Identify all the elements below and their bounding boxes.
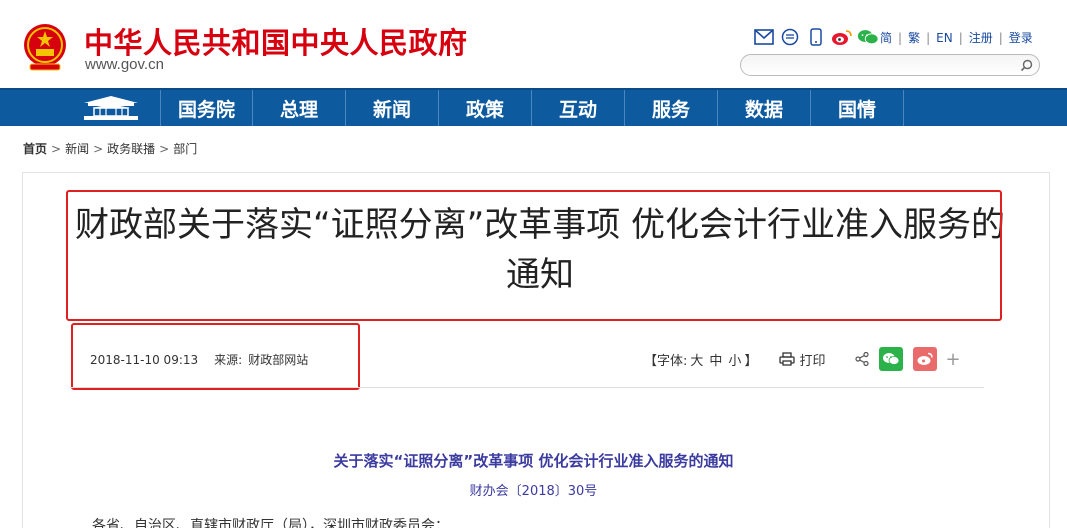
link-login[interactable]: 登录 xyxy=(1009,29,1033,46)
search-icon xyxy=(1020,59,1032,71)
nav-item-service[interactable]: 服务 xyxy=(625,90,718,126)
font-size-small[interactable]: 小 xyxy=(728,354,741,369)
font-label: 【字体: xyxy=(644,353,688,369)
nav-item-national-info[interactable]: 国情 xyxy=(811,90,904,126)
separator: | xyxy=(926,30,931,45)
nav-home-icon[interactable] xyxy=(78,93,144,125)
font-size-medium[interactable]: 中 xyxy=(709,354,722,369)
print-button[interactable]: 打印 xyxy=(779,350,825,369)
share-icon[interactable] xyxy=(855,352,870,366)
weibo-icon[interactable] xyxy=(831,27,853,47)
nav-items: 国务院 总理 新闻 政策 互动 服务 数据 国情 xyxy=(160,90,904,126)
main-nav: 国务院 总理 新闻 政策 互动 服务 数据 国情 xyxy=(0,88,1067,126)
mail-icon[interactable] xyxy=(753,27,775,47)
nav-item-policy[interactable]: 政策 xyxy=(439,90,532,126)
link-traditional[interactable]: 繁 xyxy=(908,29,920,46)
more-share-icon[interactable]: + xyxy=(945,349,960,370)
meta-highlight-box xyxy=(71,323,360,390)
chevron-right-icon: > xyxy=(93,141,104,156)
chevron-right-icon: > xyxy=(159,141,170,156)
font-size-control: 【字体: 大中小】 xyxy=(644,350,757,369)
document-title: 关于落实“证照分离”改革事项 优化会计行业准入服务的通知 xyxy=(333,452,734,470)
top-icon-bar xyxy=(753,26,883,48)
search-button[interactable] xyxy=(1017,57,1035,73)
font-end: 】 xyxy=(744,353,758,369)
article-tools: 【字体: 大中小】 打印 + xyxy=(644,346,961,372)
share-weibo-icon[interactable] xyxy=(913,347,938,371)
mobile-icon[interactable] xyxy=(805,27,827,47)
body-first-line: 各省、自治区、直辖市财政厅（局），深圳市财政委员会： xyxy=(92,518,449,528)
search-input[interactable] xyxy=(753,57,1008,73)
breadcrumb-home[interactable]: 首页 xyxy=(23,140,47,157)
link-simplified[interactable]: 简 xyxy=(880,29,892,46)
nav-item-data[interactable]: 数据 xyxy=(718,90,811,126)
printer-icon xyxy=(779,352,796,366)
breadcrumb-gov-affairs[interactable]: 政务联播 xyxy=(107,140,155,157)
separator: | xyxy=(898,30,903,45)
search-box xyxy=(740,54,1040,76)
link-english[interactable]: EN xyxy=(936,31,953,45)
national-emblem-icon[interactable] xyxy=(22,22,68,72)
site-domain: www.gov.cn xyxy=(85,56,164,73)
font-size-large[interactable]: 大 xyxy=(690,354,703,369)
breadcrumb-department[interactable]: 部门 xyxy=(173,140,197,157)
nav-item-news[interactable]: 新闻 xyxy=(346,90,439,126)
share-wechat-icon[interactable] xyxy=(879,347,904,371)
site-header: 中华人民共和国中央人民政府 www.gov.cn 简 | 繁 | EN | 注册… xyxy=(0,0,1067,88)
nav-item-state-council[interactable]: 国务院 xyxy=(160,90,253,126)
wechat-icon[interactable] xyxy=(857,27,879,47)
breadcrumb-news[interactable]: 新闻 xyxy=(65,140,89,157)
nav-item-interaction[interactable]: 互动 xyxy=(532,90,625,126)
separator: | xyxy=(958,30,963,45)
divider xyxy=(70,387,984,388)
link-register[interactable]: 注册 xyxy=(969,29,993,46)
language-account-links: 简 | 繁 | EN | 注册 | 登录 xyxy=(880,29,1033,46)
print-label: 打印 xyxy=(799,353,826,369)
chat-icon[interactable] xyxy=(779,27,801,47)
breadcrumb: 首页 > 新闻 > 政务联播 > 部门 xyxy=(23,140,197,157)
document-number: 财办会〔2018〕30号 xyxy=(469,484,598,499)
separator: | xyxy=(998,30,1003,45)
nav-item-premier[interactable]: 总理 xyxy=(253,90,346,126)
chevron-right-icon: > xyxy=(51,141,62,156)
title-highlight-box xyxy=(66,190,1002,321)
